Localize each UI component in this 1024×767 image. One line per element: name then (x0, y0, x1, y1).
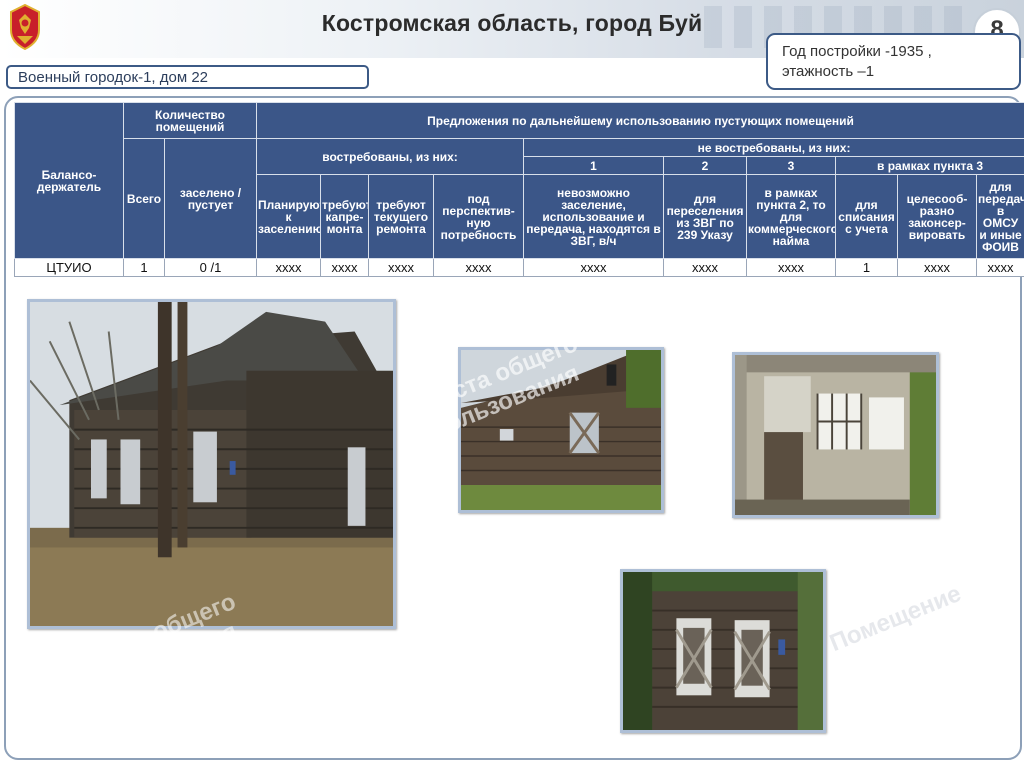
cell-total: 1 (123, 258, 165, 277)
cell-col-5: хххх (523, 258, 665, 277)
cell-col-3: хххх (368, 258, 435, 277)
header-num-3: 3 (746, 156, 837, 175)
header-num-2: 2 (663, 156, 748, 175)
header-col-2: требуют капре-монта (320, 174, 370, 259)
floors-text: этажность –1 (782, 63, 875, 80)
header-count: Количество помещений (122, 102, 258, 139)
photo-house-main (27, 299, 396, 629)
header-col-1: Планируются к заселению (256, 174, 322, 259)
cell-col-10: хххх (976, 258, 1024, 277)
cell-col-6: хххх (663, 258, 748, 277)
location-subtitle-text: Военный городок-1, дом 22 (18, 69, 209, 86)
header-settled: заселено / пустует (163, 138, 258, 259)
cell-col-2: хххх (320, 258, 370, 277)
cell-col-1: хххх (256, 258, 322, 277)
header-holder: Балансо-держатель (14, 102, 124, 259)
table-row: ЦТУИО 1 0 /1 хххх хххх хххх хххх хххх хх… (14, 258, 1024, 277)
cell-settled: 0 /1 (163, 258, 258, 277)
header-col-4: под перспектив-ную потребность (433, 174, 525, 259)
cell-holder: ЦТУИО (14, 258, 124, 277)
cell-col-9: хххх (897, 258, 978, 277)
photo-house-windows (620, 569, 826, 733)
cell-col-8: 1 (835, 258, 899, 277)
cell-col-7: хххх (746, 258, 837, 277)
build-year-text: Год постройки -1935 , (782, 43, 932, 60)
location-subtitle: Военный городок-1, дом 22 (6, 65, 369, 89)
header-within-3: в рамках пункта 3 (835, 156, 1024, 175)
header-num-1: 1 (523, 156, 665, 175)
building-info-box: Год постройки -1935 , этажность –1 (766, 33, 1021, 90)
header-col-10: для передачи в ОМСУ и иные ФОИВ (976, 174, 1024, 259)
header-col-8: для списания с учета (835, 174, 899, 259)
header-col-6: для переселения из ЗВГ по 239 Указу (663, 174, 748, 259)
header-proposals: Предложения по дальнейшему использованию… (256, 102, 1024, 139)
header-col-5: невозможно заселение, использование и пе… (523, 174, 665, 259)
header-col-7: в рамках пункта 2, то для коммерческого … (746, 174, 837, 259)
cell-col-4: хххх (433, 258, 525, 277)
header-demanded: востребованы, из них: (256, 138, 525, 175)
header-col-3: требуют текущего ремонта (368, 174, 435, 259)
header-total: Всего (123, 138, 165, 259)
photo-house-interior (732, 352, 939, 518)
premises-table: Балансо-держатель Количество помещений П… (14, 102, 1024, 277)
header-not-demanded: не востребованы, из них: (523, 138, 1024, 157)
header-col-9: целесооб-разно законсер-вировать (897, 174, 978, 259)
